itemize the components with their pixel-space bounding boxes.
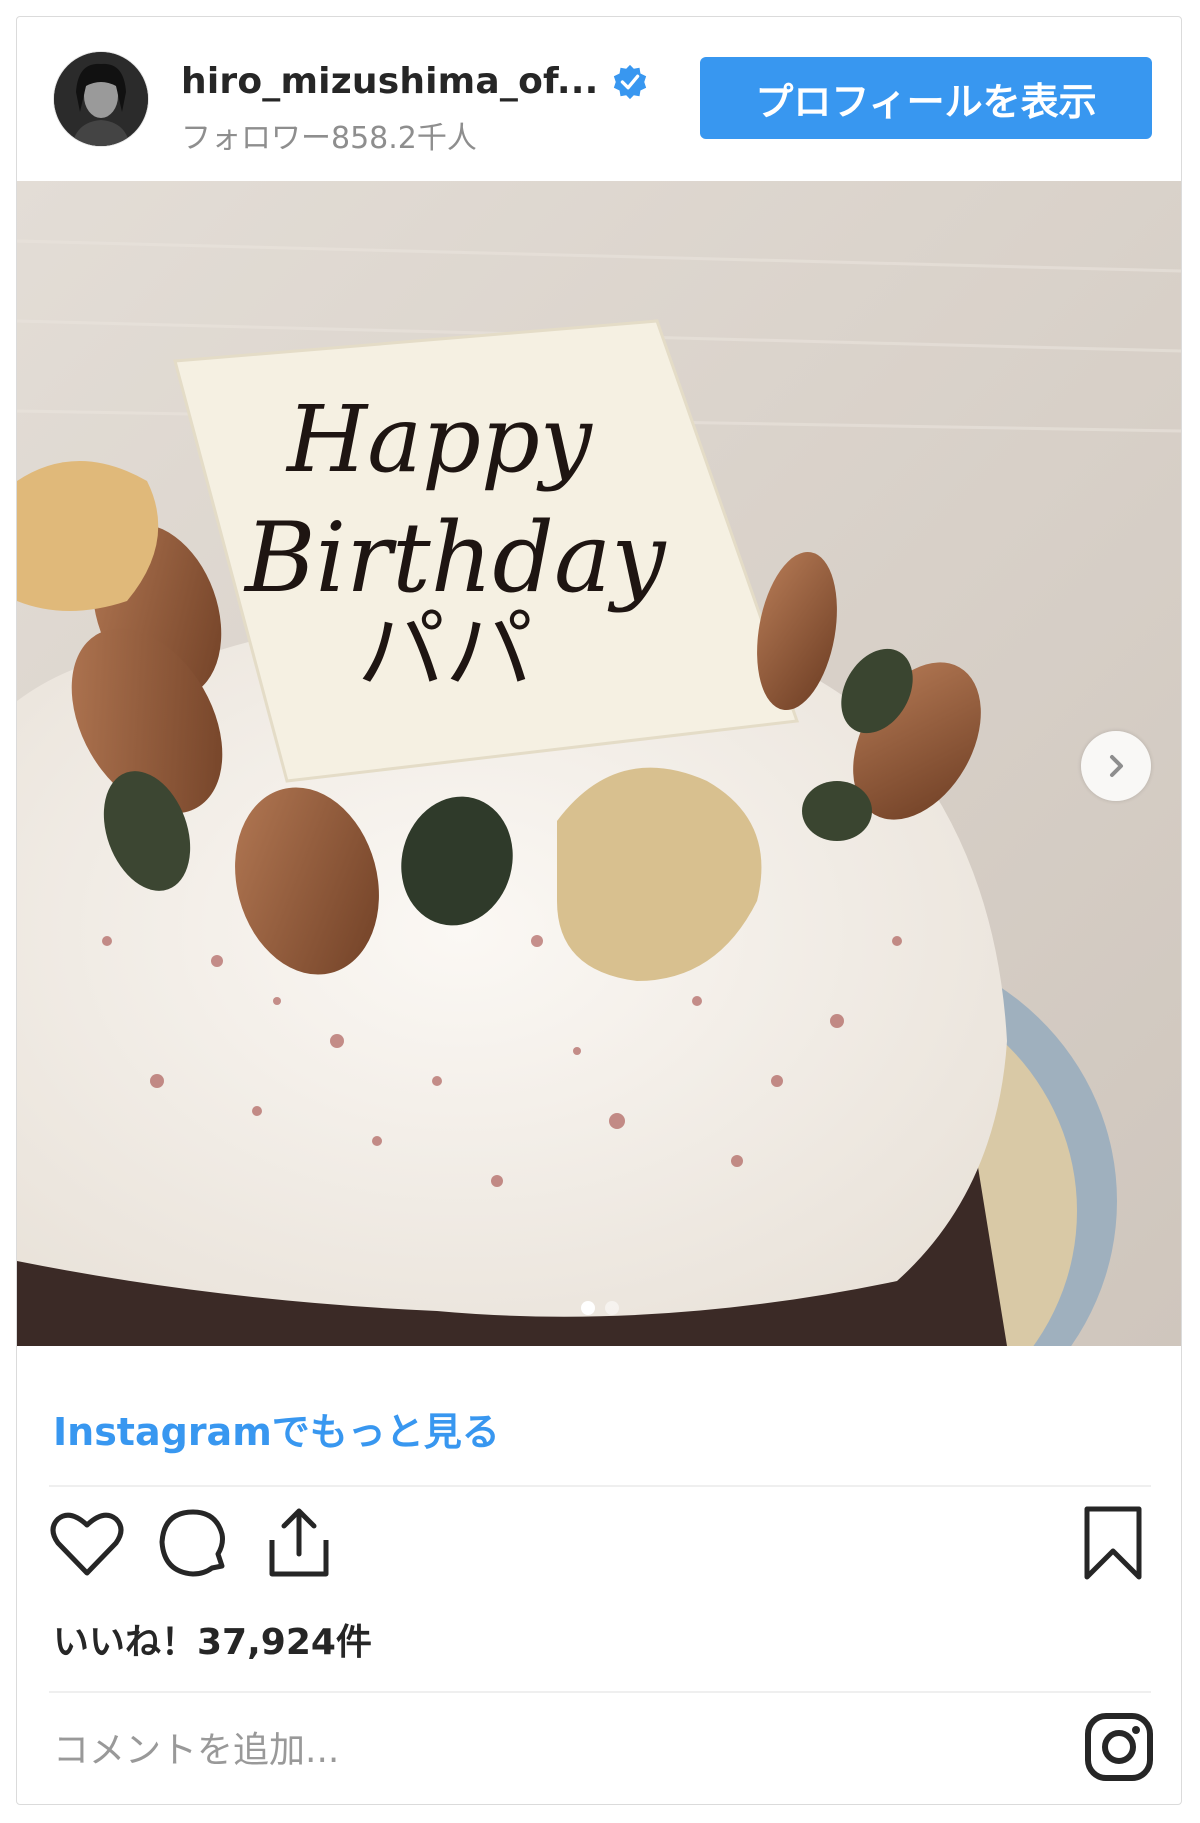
like-count: いいね！37,924件 [53,1622,372,1663]
like-button[interactable] [47,1503,127,1583]
share-icon [269,1508,329,1577]
plaque-text-birthday: Birthday [243,502,667,614]
action-bar [47,1503,1157,1583]
post-photo[interactable]: Happy Birthday パパ [17,181,1181,1346]
birthday-cake-image: Happy Birthday パパ [17,181,1181,1346]
post-header: hiro_mizushima_of... フォロワー858.2千人 プロフィール… [17,17,1181,181]
bookmark-icon [1084,1506,1142,1580]
username[interactable]: hiro_mizushima_of... [181,61,599,102]
plaque-text-papa: パパ [357,599,533,702]
avatar[interactable] [53,51,149,147]
heart-icon [50,1512,124,1576]
comment-icon [159,1509,225,1577]
username-row: hiro_mizushima_of... [181,61,649,102]
next-slide-button[interactable] [1081,731,1151,801]
instagram-logo-icon[interactable] [1083,1711,1155,1783]
follower-count: フォロワー858.2千人 [181,121,477,156]
verified-badge-icon [613,64,646,99]
divider [49,1485,1151,1487]
comment-button[interactable] [153,1503,233,1583]
comment-input[interactable] [51,1717,955,1783]
share-button[interactable] [259,1503,339,1583]
plaque-text-happy: Happy [285,386,593,493]
carousel-indicator [17,1301,1181,1315]
view-more-on-instagram-link[interactable]: Instagramでもっと見る [53,1401,500,1456]
save-button[interactable] [1073,1503,1153,1583]
view-profile-button[interactable]: プロフィールを表示 [700,57,1152,139]
comment-row [17,1693,1181,1804]
chevron-right-icon [1110,755,1123,777]
carousel-dot [605,1301,619,1315]
instagram-embed-card: hiro_mizushima_of... フォロワー858.2千人 プロフィール… [16,16,1182,1805]
carousel-dot-active [581,1301,595,1315]
